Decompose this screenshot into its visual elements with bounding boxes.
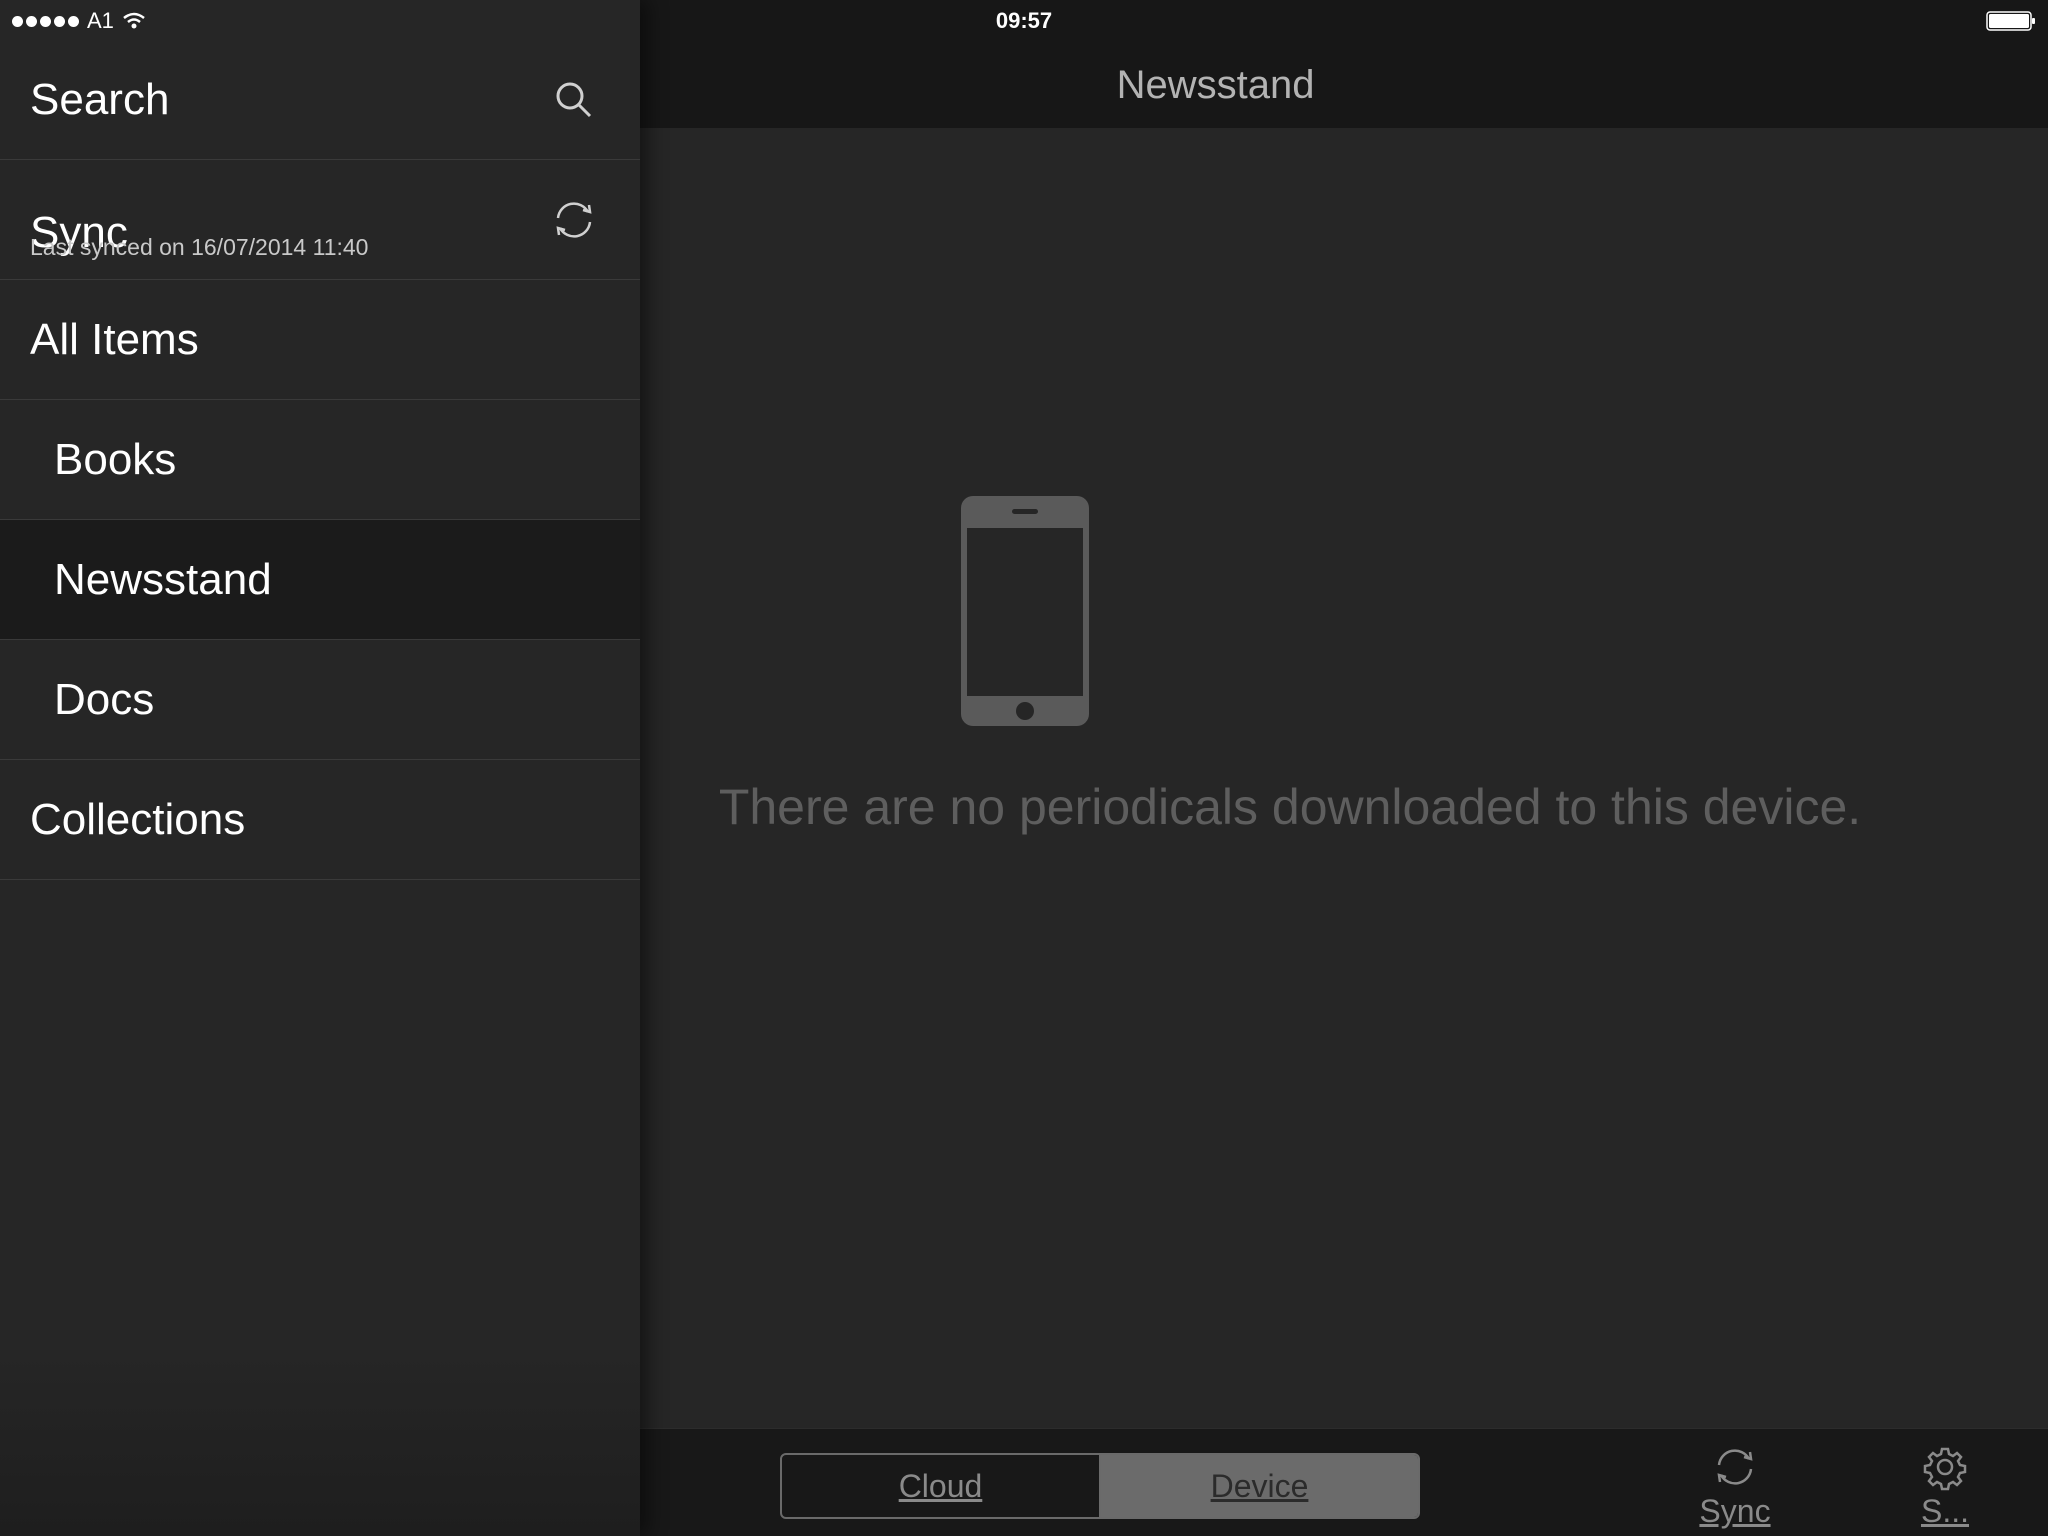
- sidebar-item-newsstand[interactable]: Newsstand: [0, 520, 640, 640]
- sidebar-item-label: Newsstand: [54, 554, 272, 604]
- gear-icon: [1923, 1447, 1967, 1491]
- sync-toolbar-label: Sync: [1699, 1493, 1771, 1529]
- status-time: 09:57: [995, 8, 1053, 33]
- segment-device[interactable]: Device: [1099, 1455, 1418, 1517]
- last-synced-text: Last synced on 16/07/2014 11:40: [30, 234, 369, 260]
- sidebar-item-sync[interactable]: Sync Last synced on 16/07/2014 11:40: [0, 160, 640, 280]
- settings-toolbar-button[interactable]: S...: [1890, 1443, 2000, 1531]
- sidebar-item-books[interactable]: Books: [0, 400, 640, 520]
- sidebar-item-collections[interactable]: Collections: [0, 760, 640, 880]
- battery-icon: [1986, 11, 2035, 31]
- sidebar-item-label: Books: [54, 434, 177, 484]
- settings-toolbar-label: S...: [1920, 1493, 1969, 1529]
- sidebar-item-label: Docs: [54, 674, 155, 724]
- sync-icon: [1717, 1449, 1753, 1485]
- app-window: A1 09:57 Newsstand There are no periodic…: [0, 0, 2048, 1536]
- sidebar: Search Sync Last synced on 16/07/2014 11…: [0, 0, 640, 1536]
- page-title: Newsstand: [1116, 63, 1315, 107]
- sync-toolbar-button[interactable]: Sync: [1680, 1443, 1790, 1531]
- sidebar-item-label: Collections: [30, 794, 246, 844]
- phone-icon: [961, 496, 1089, 726]
- sidebar-item-docs[interactable]: Docs: [0, 640, 640, 760]
- sync-icon: [556, 201, 592, 238]
- main-content: There are no periodicals downloaded to t…: [640, 128, 2048, 1428]
- sidebar-item-label: Search: [30, 74, 170, 124]
- source-segmented-control: Cloud Device: [780, 1453, 1420, 1519]
- sidebar-item-search[interactable]: Search: [0, 40, 640, 160]
- search-icon: [556, 82, 592, 117]
- segment-cloud[interactable]: Cloud: [782, 1455, 1099, 1517]
- sidebar-item-label: All Items: [30, 314, 199, 364]
- sidebar-item-all-items[interactable]: All Items: [0, 280, 640, 400]
- bottom-toolbar: Cloud Device Sync S...: [640, 1428, 2048, 1536]
- status-bar: A1 09:57: [0, 0, 2048, 40]
